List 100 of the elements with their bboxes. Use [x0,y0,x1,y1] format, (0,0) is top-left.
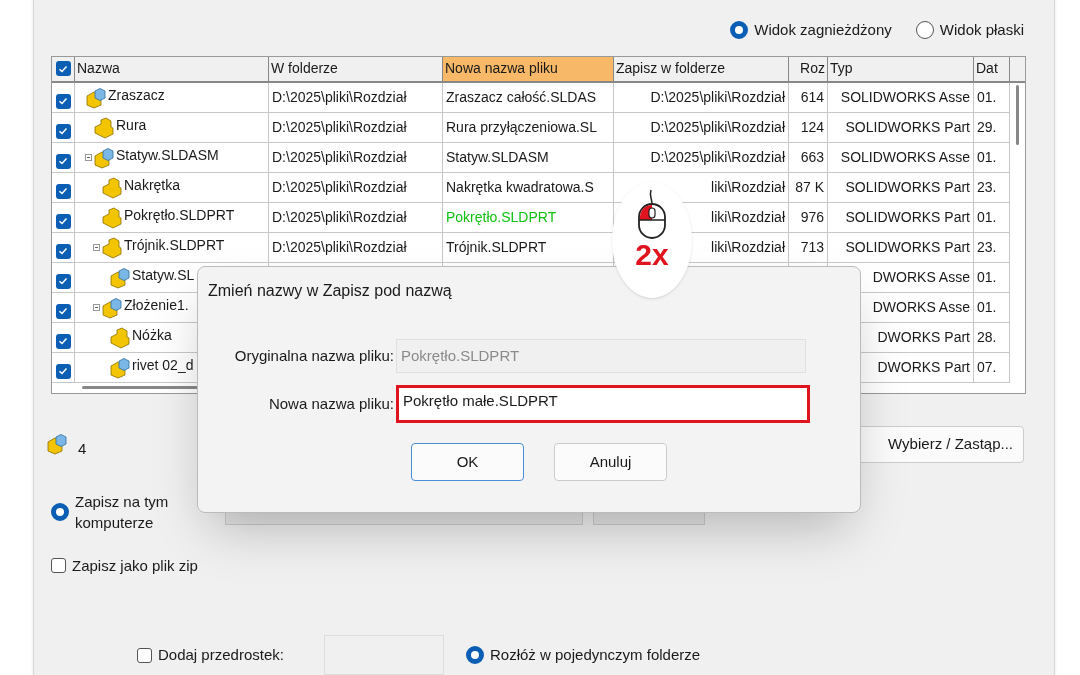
option-label: Dodaj przedrostek: [158,644,285,665]
collapse-icon[interactable] [84,153,92,161]
column-header[interactable]: Nazwa [75,56,269,81]
row-checkbox[interactable] [55,93,71,109]
table-cell-text: Pokrętło.SLDPRT [446,207,557,227]
row-checkbox[interactable] [55,213,71,229]
part-icon [101,176,123,199]
row-checkbox[interactable] [55,363,71,379]
file-name: Złożenie1. [124,295,189,315]
table-cell-text: 87 K [795,177,824,197]
assembly-icon [46,433,68,455]
file-name: Trójnik.SLDPRT [124,235,225,255]
table-cell-text: D:\2025\pliki\Rozdział [272,237,407,257]
file-name: Rura [116,115,147,135]
zip-checkbox[interactable] [51,558,66,574]
collapse-icon[interactable] [92,243,100,251]
assembly-icon [85,86,107,109]
file-name: Zraszacz [108,85,165,105]
row-checkbox[interactable] [55,243,71,259]
table-cell-text: 01. [977,87,997,107]
table-cell-text: 01. [977,207,997,227]
check-icon [58,156,68,166]
option-label: Zapisz na tym komputerze [75,491,170,533]
click-count: 2x [635,240,669,270]
table-cell-text: Rura przyłączeniowa.SL [446,117,597,137]
option-label: Zapisz jako plik zip [72,555,198,576]
part-icon [93,116,115,139]
table-cell-text: 976 [800,207,824,227]
row-checkbox[interactable] [55,183,71,199]
table-cell-text: DWORKS Part [877,357,970,377]
table-cell-text: 01. [977,297,997,317]
part-icon [101,236,123,259]
dialog-button[interactable]: OK [411,443,524,481]
check-icon [58,276,68,286]
table-cell-text: SOLIDWORKS Part [845,207,970,227]
file-name: Statyw.SLDASM [116,145,219,165]
assembly-icon [93,146,115,169]
radio-button[interactable] [51,502,69,521]
table-cell-text: liki\Rozdział [711,177,785,197]
table-cell-text: 663 [800,147,824,167]
file-name: Pokrętło.SLDPRT [124,205,235,225]
row-checkbox[interactable] [55,303,71,319]
table-cell-text: 28. [977,327,997,347]
radio-button[interactable] [466,646,484,664]
column-header[interactable]: Typ [828,56,974,81]
table-cell-text: 713 [800,237,824,257]
row-checkbox[interactable] [55,273,71,289]
table-cell-text: Zraszacz całość.SLDAS [446,87,597,107]
table-cell-text: SOLIDWORKS Part [845,117,970,137]
radio-button[interactable] [915,21,934,39]
file-name: rivet 02_d [132,355,194,375]
table-cell-text: Trójnik.SLDPRT [446,237,547,257]
table-cell-text: 124 [800,117,824,137]
table-cell-text: D:\2025\pliki\Rozdział [272,207,407,227]
column-header[interactable]: Nowa nazwa pliku [443,56,614,81]
dialog-title: Zmień nazwy w Zapisz pod nazwą [207,281,453,301]
option-label: Rozłóż w pojedynczym folderze [490,644,701,665]
row-checkbox[interactable] [55,153,71,169]
original-name-field: Pokrętło.SLDPRT [396,339,806,373]
table-cell-text: SOLIDWORKS Part [845,177,970,197]
table-cell-text: SOLIDWORKS Asse [840,87,970,107]
dialog-button[interactable]: Anuluj [554,443,667,481]
assembly-icon [101,296,123,319]
column-header[interactable]: Zapisz w folderze [614,56,789,81]
table-cell-text: DWORKS Asse [872,297,970,317]
table-cell-text: D:\2025\pliki\Rozdział [650,87,785,107]
collapse-icon[interactable] [92,303,100,311]
file-name: Nóżka [132,325,172,345]
mouse-icon [635,188,669,240]
check-icon [58,216,68,226]
prefix-checkbox[interactable] [137,647,152,663]
assembly-icon [109,356,131,379]
view-option-label: Widok zagnieżdżony [754,19,892,40]
check-icon [58,63,68,74]
check-icon [58,186,68,196]
column-header[interactable]: W folderze [269,56,443,81]
row-checkbox[interactable] [55,123,71,139]
check-icon [58,126,68,136]
check-icon [58,306,68,316]
view-option-label: Widok płaski [939,19,1024,40]
table-cell-text: SOLIDWORKS Asse [840,147,970,167]
table-cell-text: D:\2025\pliki\Rozdział [272,87,407,107]
radio-button[interactable] [730,21,749,39]
table-cell-text: D:\2025\pliki\Rozdział [272,147,407,167]
part-icon [101,206,123,229]
row-checkbox[interactable] [55,333,71,349]
table-cell-text: 614 [800,87,824,107]
table-cell-text: 23. [977,177,997,197]
table-cell-text: SOLIDWORKS Part [845,237,970,257]
table-cell-text: Nakrętka kwadratowa.S [446,177,594,197]
check-icon [58,336,68,346]
item-count: 4 [78,438,87,459]
column-header[interactable]: Dat [974,56,1010,81]
file-name: Statyw.SL [132,265,195,285]
table-cell-text: D:\2025\pliki\Rozdział [272,117,407,137]
table-cell-text: 29. [977,117,997,137]
new-name-field[interactable]: Pokrętło małe.SLDPRT [396,385,810,423]
field-label: Nowa nazwa pliku: [267,393,395,414]
check-icon [58,246,68,256]
select-all-checkbox[interactable] [55,61,71,76]
